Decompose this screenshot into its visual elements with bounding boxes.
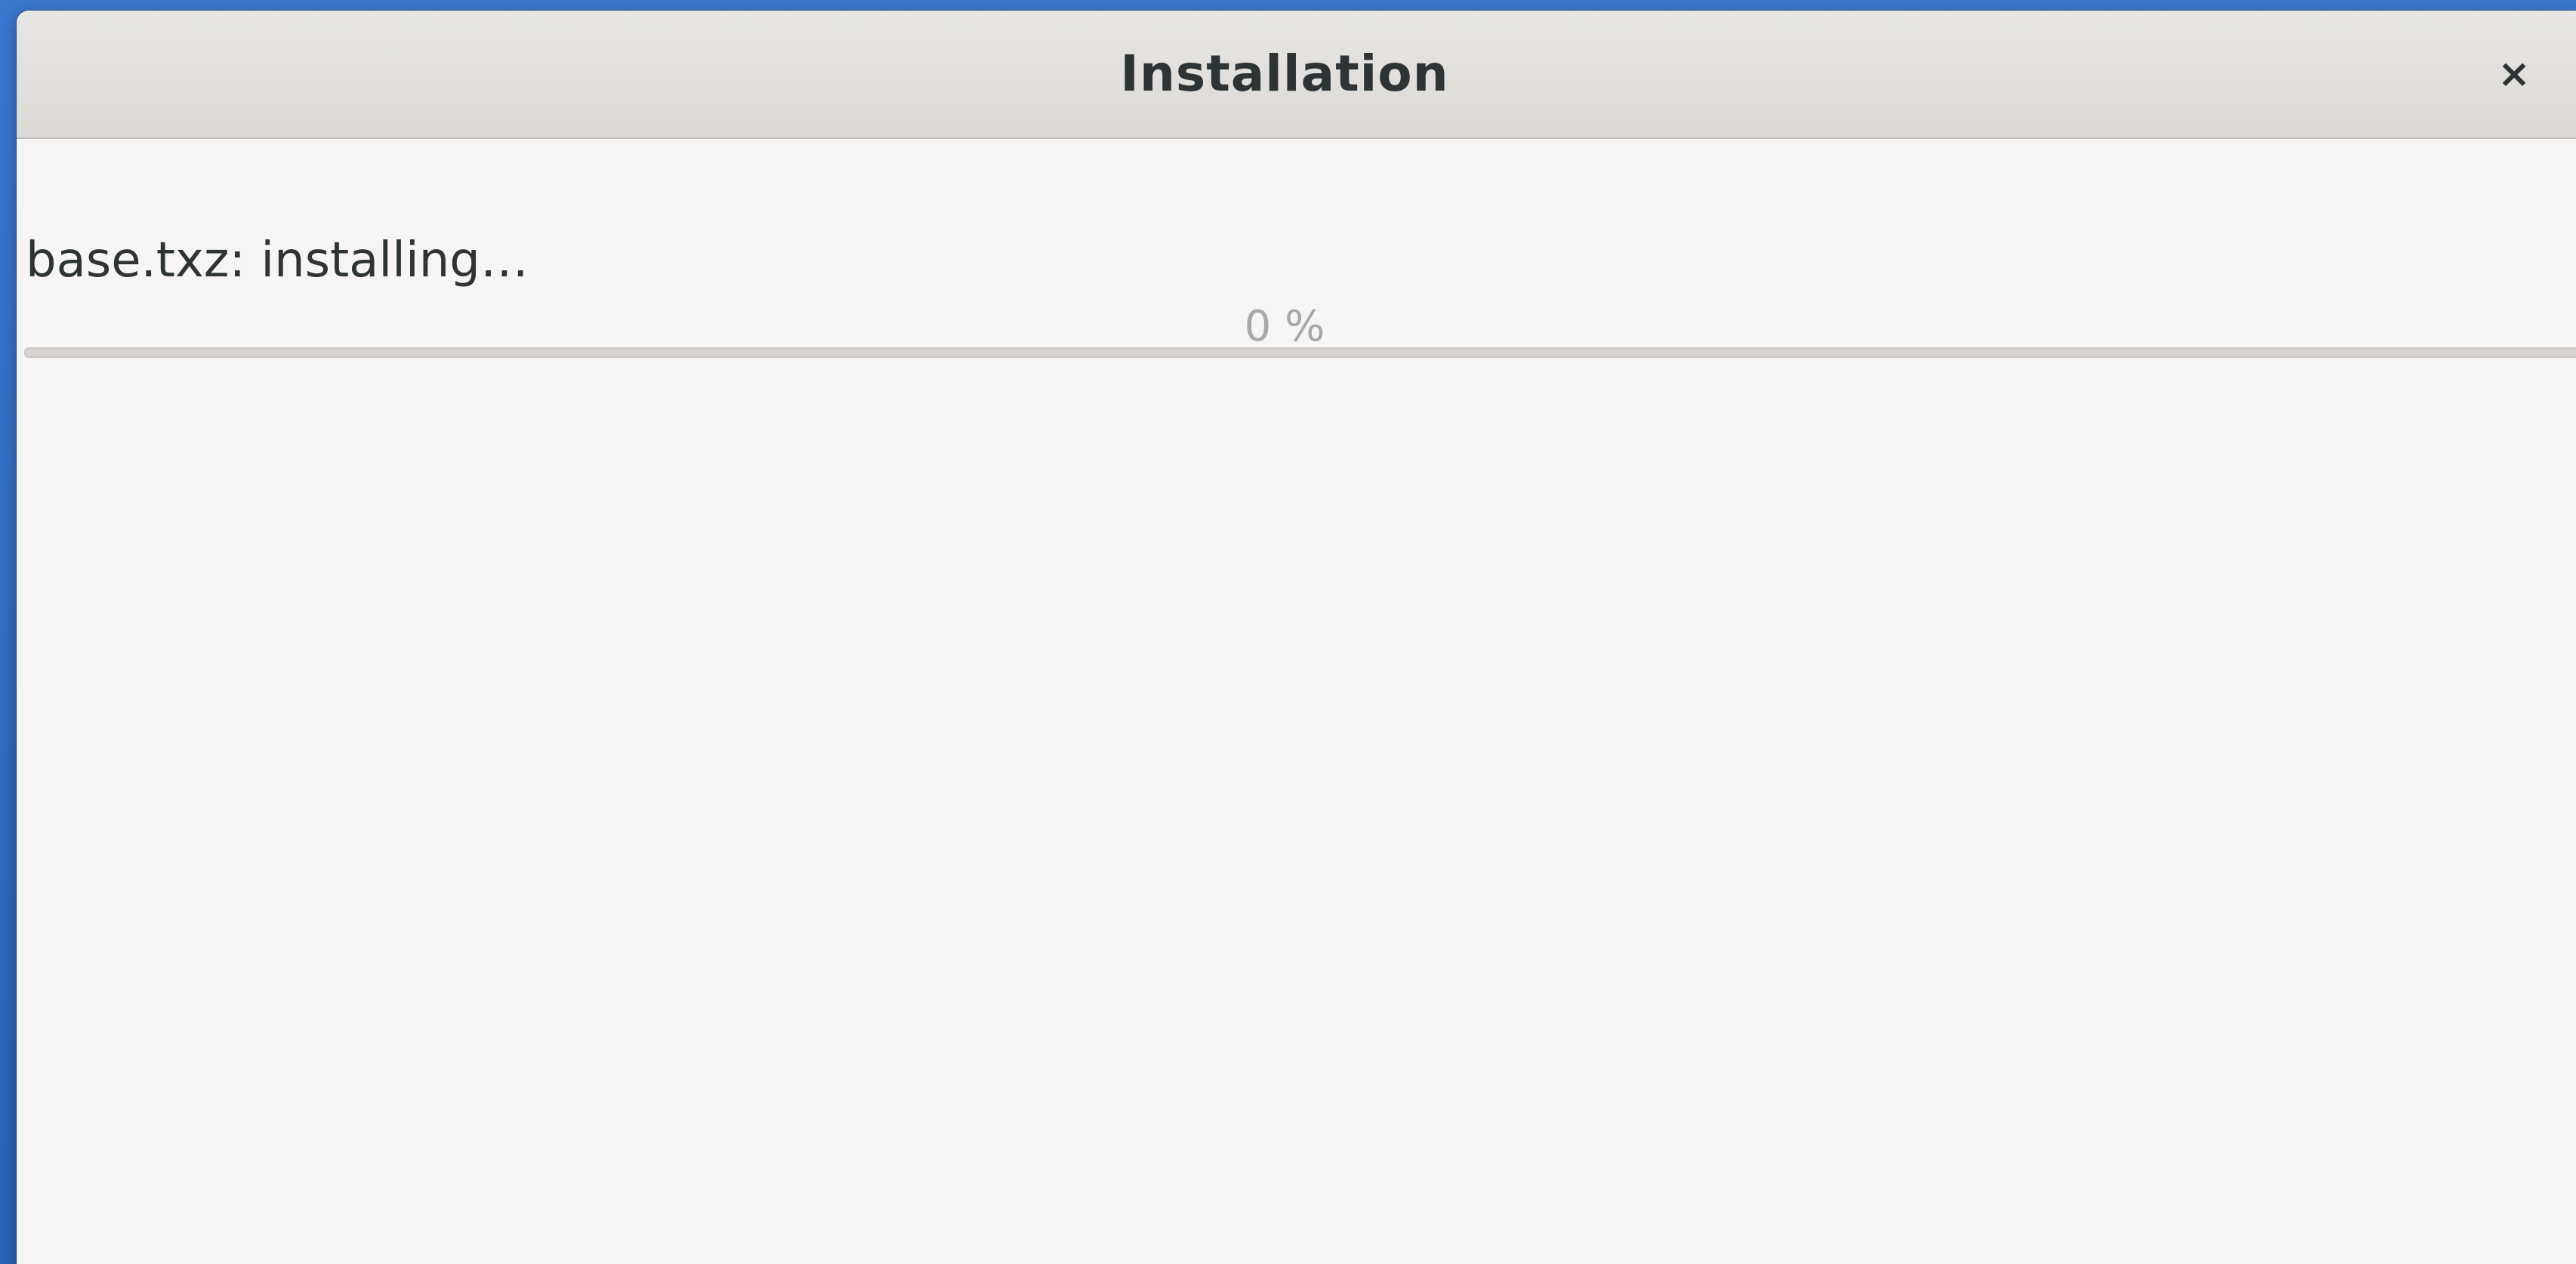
install-status-text: base.txz: installing… — [26, 233, 529, 288]
close-icon: × — [2497, 51, 2531, 97]
close-button[interactable]: × — [2488, 48, 2540, 100]
progress-percent-label: 0 % — [1244, 302, 1325, 351]
progress-bar — [24, 347, 2576, 358]
desktop-background: Installation × base.txz: installing… 0 % — [0, 0, 2576, 1264]
title-bar[interactable]: Installation × — [17, 11, 2576, 139]
window-title: Installation — [1120, 45, 1449, 103]
installation-window: Installation × base.txz: installing… 0 % — [17, 11, 2576, 1264]
